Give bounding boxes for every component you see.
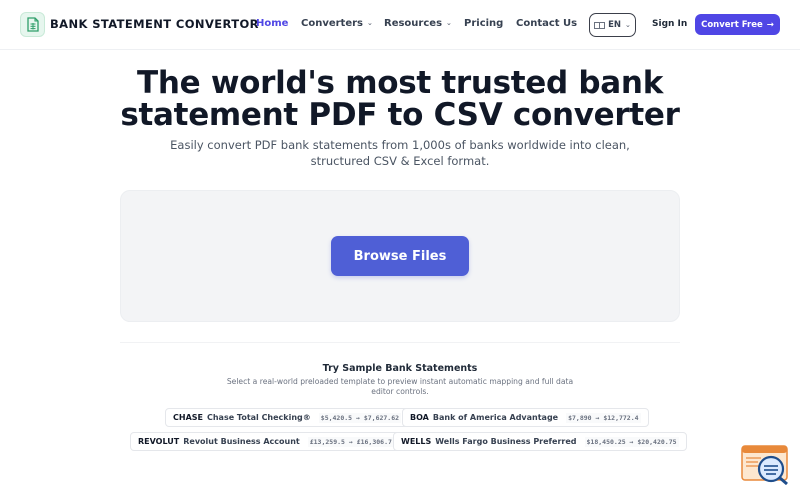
spreadsheet-icon [26, 17, 39, 32]
samples-title: Try Sample Bank Statements [322, 363, 478, 374]
nav-resources[interactable]: Resources ⌄ [384, 18, 452, 29]
hero-subtitle: Easily convert PDF bank statements from … [150, 137, 650, 169]
sample-code: WELLS [401, 437, 432, 446]
language-label: EN [608, 20, 622, 30]
sample-code: CHASE [173, 413, 203, 422]
nav-pricing[interactable]: Pricing [464, 18, 503, 29]
chevron-down-icon: ⌄ [367, 19, 373, 27]
nav-converters-label: Converters [301, 18, 364, 29]
sample-name: Revolut Business Account [183, 437, 300, 446]
samples-subtitle-line-1: Select a real-world preloaded template t… [226, 377, 574, 386]
sample-range: $5,420.5 → $7,627.62 [318, 412, 402, 423]
nav-contact[interactable]: Contact Us [516, 18, 577, 29]
chevron-down-icon: ⌄ [625, 21, 631, 29]
nav-converters[interactable]: Converters ⌄ [301, 18, 373, 29]
sample-wells[interactable]: WELLS Wells Fargo Business Preferred $18… [393, 432, 687, 451]
site-header: BANK STATEMENT CONVERTOR Home Converters… [0, 0, 800, 50]
sample-name: Chase Total Checking® [206, 413, 311, 422]
samples-subtitle: Select a real-world preloaded template t… [220, 377, 580, 397]
nav-resources-label: Resources [384, 18, 443, 29]
language-selector[interactable]: EN ⌄ [589, 13, 636, 37]
hero-title-line-1: The world's most trusted bank [136, 65, 664, 101]
hero-subtitle-line-2: structured CSV & Excel format. [310, 154, 490, 168]
logo[interactable] [20, 12, 45, 37]
sample-revolut[interactable]: REVOLUT Revolut Business Account £13,259… [130, 432, 402, 451]
chevron-down-icon: ⌄ [446, 19, 452, 27]
sample-chase[interactable]: CHASE Chase Total Checking® $5,420.5 → $… [165, 408, 410, 427]
hero-subtitle-line-1: Easily convert PDF bank statements from … [170, 138, 630, 152]
convert-free-button[interactable]: Convert Free → [695, 14, 780, 35]
flag-icon [594, 21, 606, 29]
sample-range: $18,450.25 → $20,420.75 [584, 436, 679, 447]
chat-support-button[interactable] [741, 445, 790, 486]
sample-range: $7,890 → $12,772.4 [566, 412, 641, 423]
sample-name: Wells Fargo Business Preferred [435, 437, 577, 446]
sample-code: BOA [410, 413, 429, 422]
nav-home[interactable]: Home [256, 18, 288, 29]
sample-boa[interactable]: BOA Bank of America Advantage $7,890 → $… [402, 408, 649, 427]
hero-title-line-2: statement PDF to CSV converter [120, 97, 680, 133]
samples-subtitle-line-2: editor controls. [371, 387, 429, 396]
hero-title: The world's most trusted bank statement … [0, 67, 800, 131]
arrow-right-icon: → [766, 19, 774, 30]
brand-name[interactable]: BANK STATEMENT CONVERTOR [50, 17, 259, 31]
chat-support-icon [741, 445, 788, 486]
sample-range: £13,259.5 → £16,306.7 [307, 436, 394, 447]
section-divider [120, 342, 680, 343]
sample-name: Bank of America Advantage [432, 413, 559, 422]
sign-in-link[interactable]: Sign In [652, 19, 687, 29]
browse-files-button[interactable]: Browse Files [331, 236, 469, 276]
sample-code: REVOLUT [138, 437, 180, 446]
convert-free-label: Convert Free [701, 19, 763, 30]
